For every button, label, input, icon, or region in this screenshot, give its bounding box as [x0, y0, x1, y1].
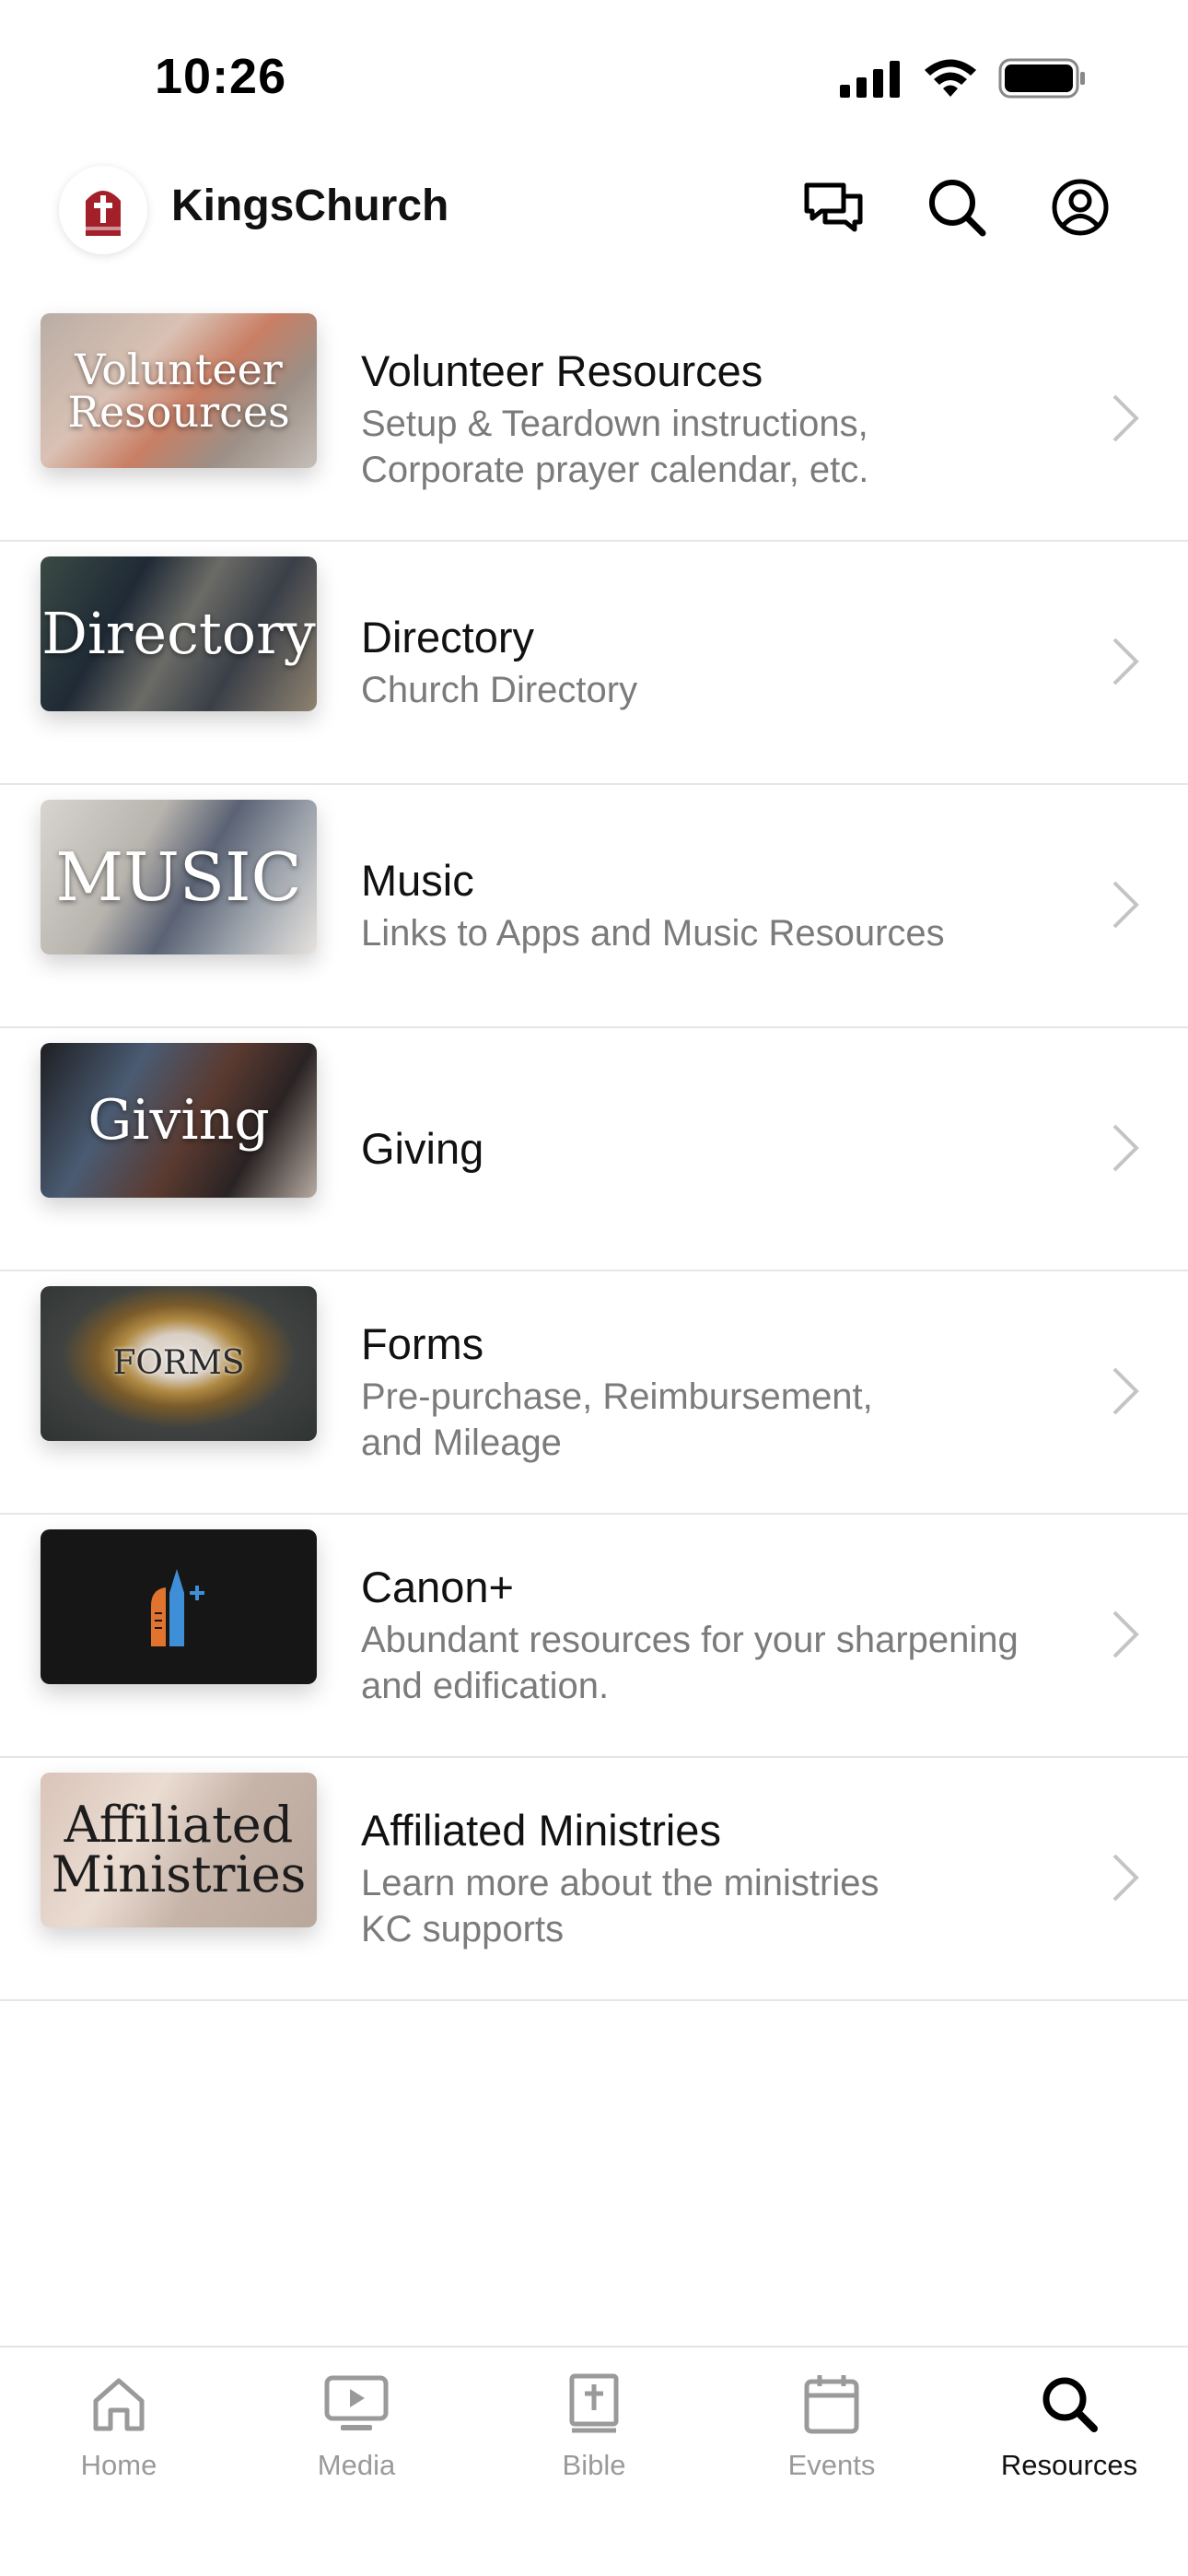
tab-events[interactable]: Events [713, 2348, 950, 2504]
resource-title: Volunteer Resources [361, 345, 763, 395]
tab-label: Home [80, 2449, 157, 2481]
resource-row-volunteer-resources[interactable]: Volunteer Resources Volunteer Resources … [0, 299, 1188, 542]
chevron-right-icon [1112, 1854, 1139, 1902]
messages-button[interactable] [803, 177, 864, 238]
music-thumbnail: MUSIC [41, 800, 317, 954]
resource-subtitle: Setup & Teardown instructions, Corporate… [361, 401, 1087, 493]
media-icon [324, 2375, 389, 2430]
chat-bubbles-icon [804, 182, 863, 232]
calendar-icon [804, 2375, 859, 2434]
tab-home[interactable]: Home [0, 2348, 238, 2504]
subtitle-line: Abundant resources for your sharpening [361, 1620, 1019, 1661]
status-bar: 10:26 [0, 0, 1188, 157]
resource-title: Directory [361, 612, 535, 662]
subtitle-line: Corporate prayer calendar, etc. [361, 450, 869, 491]
thumb-title-line: Giving [87, 1088, 270, 1153]
resource-title: Music [361, 855, 474, 905]
affiliated-ministries-thumbnail: Affiliated Ministries [41, 1773, 317, 1927]
thumb-title-line: Volunteer [75, 345, 283, 394]
resource-row-canon-plus[interactable]: Canon+ Abundant resources for your sharp… [0, 1515, 1188, 1758]
resource-subtitle: Pre-purchase, Reimbursement, and Mileage [361, 1374, 1087, 1466]
canon-plus-thumbnail [41, 1529, 317, 1684]
chevron-right-icon [1112, 638, 1139, 685]
directory-thumbnail: Directory [41, 556, 317, 711]
subtitle-line: and Mileage [361, 1423, 562, 1464]
resource-subtitle: Learn more about the ministries KC suppo… [361, 1860, 1087, 1952]
resource-row-giving[interactable]: Giving Giving [0, 1028, 1188, 1271]
bottom-tab-bar: Home Media Bible Events Resources [0, 2346, 1188, 2576]
cellular-signal-icon [840, 61, 900, 98]
resource-row-music[interactable]: MUSIC Music Links to Apps and Music Reso… [0, 785, 1188, 1028]
chevron-right-icon [1112, 394, 1139, 442]
subtitle-line: Pre-purchase, Reimbursement, [361, 1376, 873, 1418]
chevron-right-icon [1112, 1124, 1139, 1172]
thumb-title-line: Affiliated [64, 1796, 294, 1854]
resource-subtitle: Links to Apps and Music Resources [361, 910, 1087, 956]
volunteer-resources-thumbnail: Volunteer Resources [41, 313, 317, 468]
church-door-logo-icon [86, 191, 121, 236]
church-logo[interactable] [59, 166, 147, 254]
search-button[interactable] [926, 177, 987, 238]
thumb-title-line: MUSIC [55, 838, 302, 916]
thumb-title-line: Resources [67, 387, 290, 437]
tab-media[interactable]: Media [238, 2348, 475, 2504]
resource-subtitle: Abundant resources for your sharpening a… [361, 1617, 1087, 1709]
subtitle-line: Church Directory [361, 670, 638, 711]
resource-title: Giving [361, 1123, 484, 1173]
status-icons [838, 57, 1087, 100]
giving-thumbnail: Giving [41, 1043, 317, 1198]
resource-subtitle: Church Directory [361, 667, 1087, 713]
search-icon [1042, 2377, 1098, 2432]
resource-row-affiliated-ministries[interactable]: Affiliated Ministries Affiliated Ministr… [0, 1758, 1188, 2001]
battery-icon [998, 58, 1085, 99]
app-title: KingsChurch [171, 181, 449, 230]
wifi-icon [925, 59, 976, 97]
user-circle-icon [1052, 179, 1109, 236]
tab-label: Media [317, 2449, 396, 2481]
tab-label: Events [787, 2449, 876, 2481]
resource-title: Forms [361, 1318, 484, 1368]
thumb-title-line: Ministries [51, 1845, 307, 1903]
search-icon [929, 180, 986, 237]
chevron-right-icon [1112, 1367, 1139, 1415]
thumb-title-line: FORMS [112, 1344, 245, 1382]
resource-title: Canon+ [361, 1562, 514, 1611]
resource-row-directory[interactable]: Directory Directory Church Directory [0, 542, 1188, 785]
tab-bible[interactable]: Bible [475, 2348, 713, 2504]
chevron-right-icon [1112, 881, 1139, 929]
subtitle-line: Links to Apps and Music Resources [361, 913, 945, 954]
chevron-right-icon [1112, 1610, 1139, 1658]
status-time: 10:26 [155, 49, 287, 104]
forms-thumbnail: FORMS [41, 1286, 317, 1441]
home-icon [93, 2378, 145, 2431]
resource-list: Volunteer Resources Volunteer Resources … [0, 299, 1188, 2001]
resource-row-forms[interactable]: FORMS Forms Pre-purchase, Reimbursement,… [0, 1271, 1188, 1515]
subtitle-line: KC supports [361, 1909, 565, 1950]
resource-title: Affiliated Ministries [361, 1805, 721, 1855]
header-actions [803, 177, 1111, 238]
tab-resources[interactable]: Resources [950, 2348, 1188, 2504]
profile-button[interactable] [1050, 177, 1111, 238]
canon-plus-logo-icon [151, 1569, 204, 1646]
subtitle-line: Setup & Teardown instructions, [361, 404, 868, 445]
subtitle-line: Learn more about the ministries [361, 1863, 879, 1904]
thumb-title-line: Directory [41, 600, 316, 667]
subtitle-line: and edification. [361, 1666, 610, 1707]
tab-label: Bible [562, 2449, 626, 2481]
app-header: KingsChurch [0, 157, 1188, 295]
tab-label: Resources [1000, 2449, 1138, 2481]
bible-icon [569, 2373, 619, 2433]
